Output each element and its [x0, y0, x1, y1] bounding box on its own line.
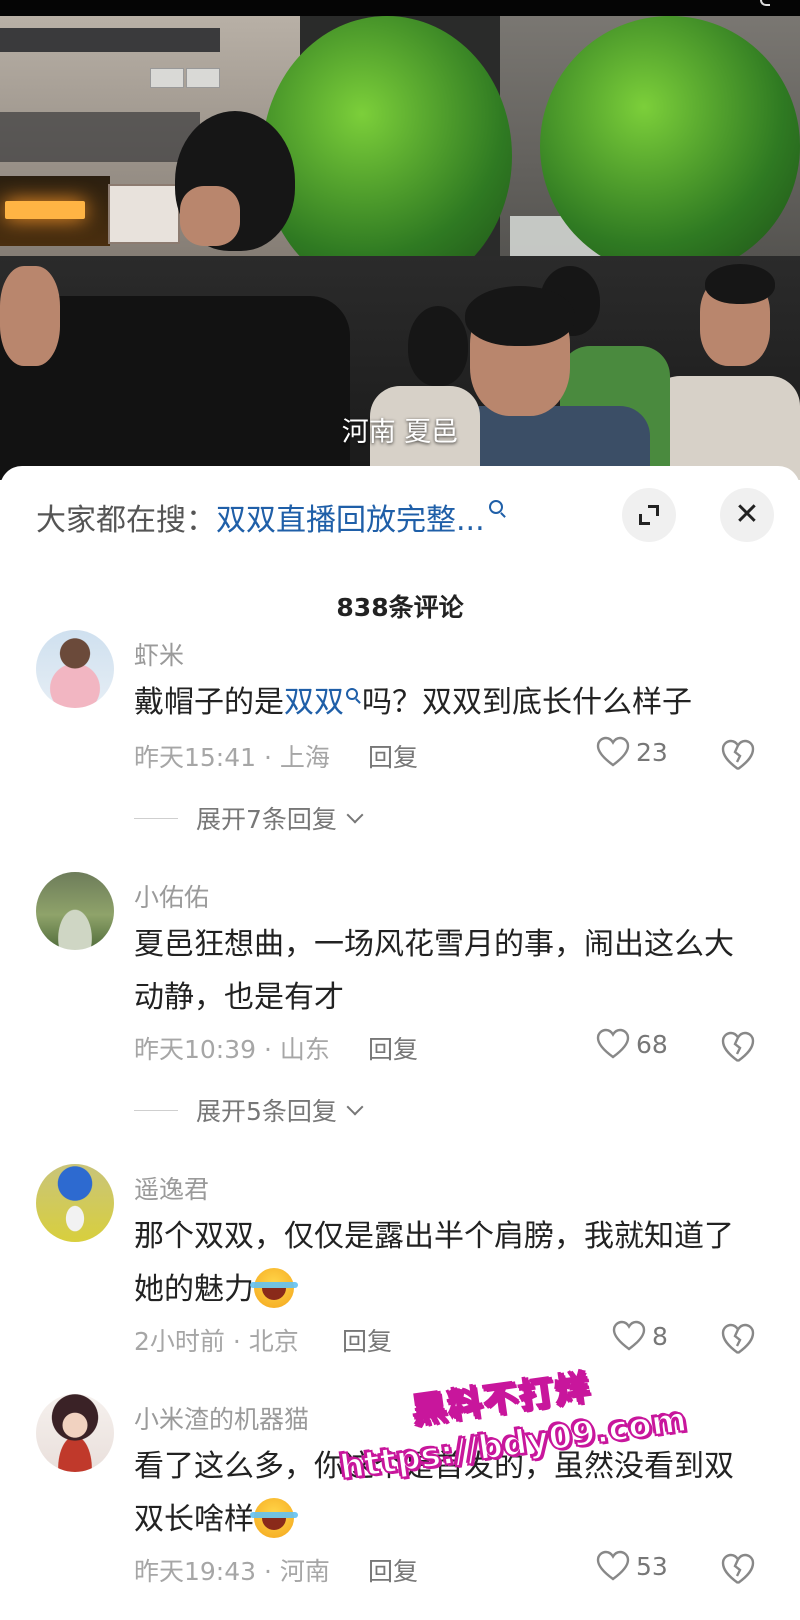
like-count: 8	[652, 1321, 668, 1351]
like-button[interactable]: 53	[596, 1550, 668, 1582]
comment-text-part: 那个双双，仅仅是露出半个肩膀，我就知道了她的魅力	[134, 1219, 734, 1307]
comment-username[interactable]: 小米渣的机器猫	[134, 1400, 309, 1436]
comment-text: 那个双双，仅仅是露出半个肩膀，我就知道了她的魅力	[134, 1210, 734, 1316]
chevron-down-icon	[346, 806, 364, 824]
like-count: 68	[636, 1029, 668, 1059]
search-icon[interactable]	[346, 688, 358, 700]
comment-count: 838条评论	[336, 593, 464, 622]
chevron-down-icon	[346, 1098, 364, 1116]
comment-text-part: 吗？双双到底长什么样子	[362, 685, 692, 720]
expand-replies-button[interactable]: 展开7条回复	[134, 800, 364, 836]
comment-time-location: 2小时前 · 北京	[134, 1327, 299, 1356]
comment-time-location: 昨天19:43 · 河南	[134, 1557, 330, 1586]
heart-icon	[596, 736, 630, 767]
comment-text: 戴帽子的是双双 吗？双双到底长什么样子	[134, 676, 754, 729]
reply-button[interactable]: 回复	[368, 1552, 418, 1588]
broken-heart-icon[interactable]	[720, 1030, 756, 1064]
divider	[134, 1109, 178, 1111]
broken-heart-icon[interactable]	[720, 1322, 756, 1356]
video-player[interactable]: 河南 夏邑	[0, 0, 800, 480]
comment-username[interactable]: 虾米	[134, 636, 184, 672]
expand-replies-label: 展开7条回复	[196, 805, 337, 834]
heart-icon	[596, 1028, 630, 1059]
expand-sheet-button[interactable]	[622, 488, 676, 542]
expand-replies-label: 展开5条回复	[196, 1097, 337, 1126]
trending-search-prefix: 大家都在搜：	[36, 503, 216, 538]
comment-username[interactable]: 遥逸君	[134, 1170, 209, 1206]
heart-icon	[612, 1320, 646, 1351]
close-button[interactable]: ✕	[720, 488, 774, 542]
broken-heart-icon[interactable]	[720, 1552, 756, 1586]
divider	[134, 817, 178, 819]
avatar[interactable]	[36, 630, 114, 708]
like-button[interactable]: 68	[596, 1028, 668, 1060]
reply-button[interactable]: 回复	[368, 1030, 418, 1066]
status-bar	[0, 0, 800, 16]
expand-icon	[638, 504, 660, 526]
like-count: 53	[636, 1551, 668, 1581]
avatar[interactable]	[36, 1164, 114, 1242]
laughing-emoji-icon	[250, 1497, 298, 1538]
like-button[interactable]: 23	[596, 736, 668, 768]
comment-time-location: 昨天10:39 · 山东	[134, 1035, 330, 1064]
trending-search-bar[interactable]: 大家都在搜： 双双直播回放完整...	[36, 494, 503, 540]
comment-text-part: 戴帽子的是	[134, 685, 284, 720]
search-icon[interactable]	[488, 500, 503, 514]
like-button[interactable]: 8	[612, 1320, 668, 1352]
avatar[interactable]	[36, 872, 114, 950]
expand-replies-button[interactable]: 展开5条回复	[134, 1092, 364, 1128]
avatar[interactable]	[36, 1394, 114, 1472]
video-location-caption: 河南 夏邑	[341, 417, 459, 448]
reply-button[interactable]: 回复	[368, 738, 418, 774]
reply-button[interactable]: 回复	[342, 1322, 392, 1358]
close-icon: ✕	[734, 497, 760, 532]
broken-heart-icon[interactable]	[720, 738, 756, 772]
comment-text: 夏邑狂想曲，一场风花雪月的事，闹出这么大动静，也是有才	[134, 927, 734, 1015]
comment-time-location: 昨天15:41 · 上海	[134, 743, 330, 772]
laughing-emoji-icon	[250, 1267, 298, 1308]
trending-search-query[interactable]: 双双直播回放完整...	[216, 495, 485, 539]
heart-icon	[596, 1550, 630, 1581]
like-count: 23	[636, 737, 668, 767]
comment-username[interactable]: 小佑佑	[134, 878, 209, 914]
comment-search-link[interactable]: 双双	[284, 685, 344, 720]
